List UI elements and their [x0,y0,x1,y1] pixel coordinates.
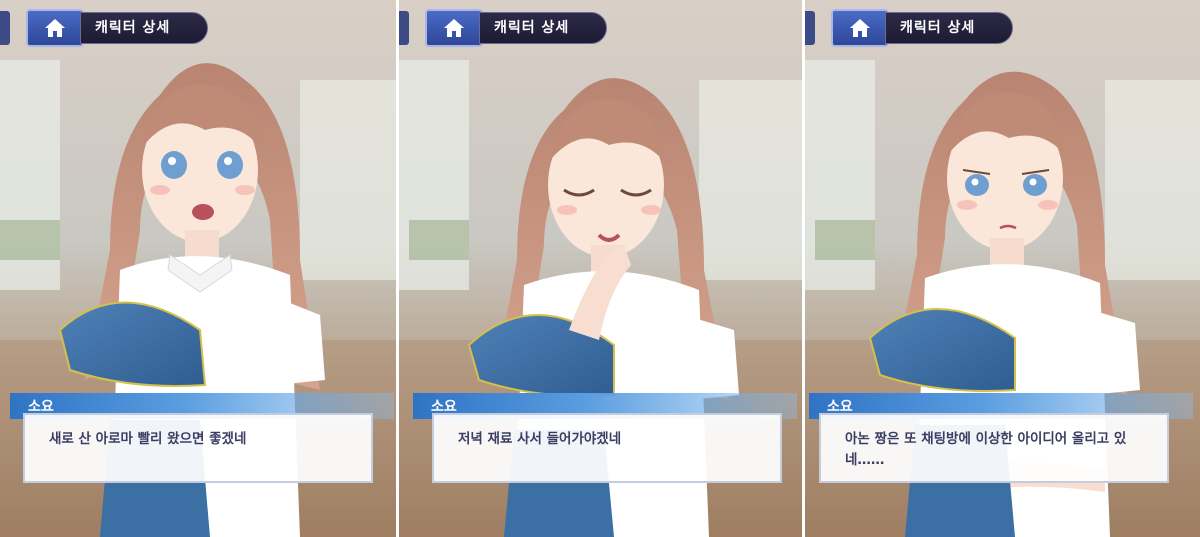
header-edge [0,11,10,45]
home-button[interactable] [26,9,84,47]
home-button[interactable] [425,9,483,47]
home-button[interactable] [831,9,889,47]
story-panel-3: 캐릭터 상세 소요 아논 짱은 또 채팅방에 이상한 아이디어 올리고 있네…… [805,0,1200,537]
header-bar: 캐릭터 상세 [805,9,1013,47]
header-bar: 캐릭터 상세 [0,9,208,47]
story-panel-1: 캐릭터 상세 소요 새로 산 아로마 빨리 왔으면 좋겠네 [0,0,396,537]
dialogue-box[interactable]: 아논 짱은 또 채팅방에 이상한 아이디어 올리고 있네…… [819,413,1169,483]
header-title: 캐릭터 상세 [80,12,208,44]
header-edge [399,11,409,45]
home-icon [45,19,65,37]
dialogue-box[interactable]: 저녁 재료 사서 들어가야겠네 [432,413,782,483]
header-title: 캐릭터 상세 [885,12,1013,44]
dialogue-box[interactable]: 새로 산 아로마 빨리 왔으면 좋겠네 [23,413,373,483]
dialogue-text: 새로 산 아로마 빨리 왔으면 좋겠네 [49,431,247,447]
home-icon [444,19,464,37]
home-icon [850,19,870,37]
dialogue-text: 저녁 재료 사서 들어가야겠네 [458,431,622,447]
header-title: 캐릭터 상세 [479,12,607,44]
header-edge [805,11,815,45]
story-panel-2: 캐릭터 상세 소요 저녁 재료 사서 들어가야겠네 [399,0,802,537]
header-bar: 캐릭터 상세 [399,9,607,47]
dialogue-text: 아논 짱은 또 채팅방에 이상한 아이디어 올리고 있네…… [845,431,1127,468]
